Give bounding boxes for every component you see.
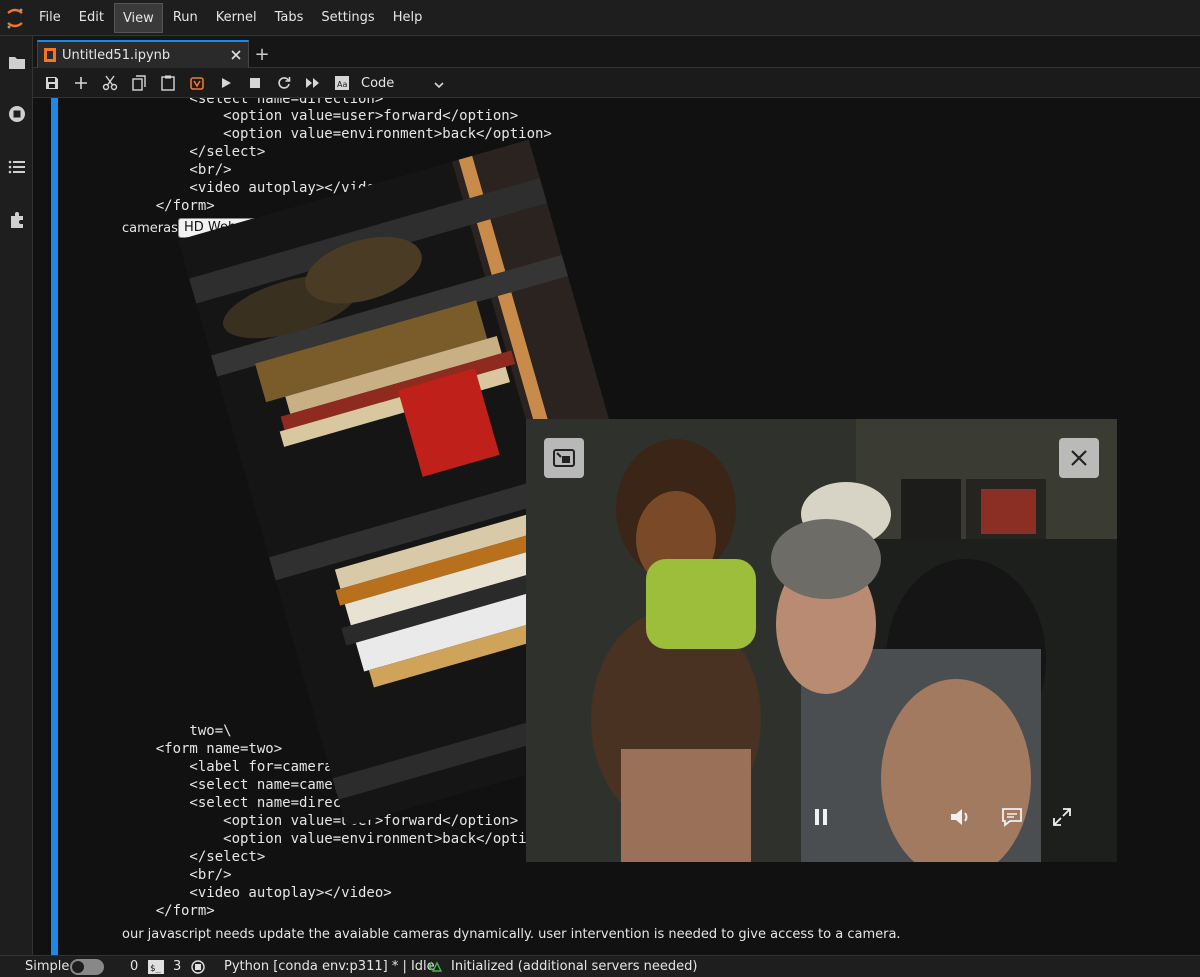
restart-icon[interactable] [273,72,295,94]
tab-title: Untitled51.ipynb [62,47,171,63]
code-line: <br/> [122,867,232,883]
run-icon[interactable] [215,72,237,94]
kernel-status[interactable]: Python [conda env:p311] * | Idle [224,959,435,974]
copy-icon[interactable] [128,72,150,94]
kernel-icon[interactable] [191,960,205,977]
lsp-icon[interactable] [428,960,444,977]
menu-run[interactable]: Run [165,3,206,33]
code-line: two=\ [122,723,232,739]
notebook-toolbar: Aa Code [33,68,1200,98]
save-icon[interactable] [41,72,63,94]
back-to-tab-icon[interactable] [544,438,584,478]
extension-icon[interactable] [0,204,33,236]
code-line: <form name=two> [122,741,283,757]
code-line: <video autoplay></video> [122,885,392,901]
menu-tabs[interactable]: Tabs [267,3,312,33]
status-bar: Simple 0 $_ 3 Python [conda env:p311] * … [0,955,1200,977]
cut-icon[interactable] [99,72,121,94]
toc-icon[interactable] [0,151,33,183]
jupyter-logo-icon [7,8,23,28]
tab-notebook[interactable]: Untitled51.ipynb [37,40,249,68]
code-line: </select> [122,144,266,160]
code-line: <option value=user>forward</option> [122,108,519,124]
folder-icon[interactable] [0,46,33,78]
code-line: </select> [122,849,266,865]
tab-bar: Untitled51.ipynb + [33,36,1200,68]
code-line: <br/> [122,162,232,178]
lsp-status[interactable]: Initialized (additional servers needed) [451,959,697,974]
captions-icon[interactable] [998,803,1026,831]
svg-text:Aa: Aa [337,80,347,89]
svg-text:$_: $_ [150,964,161,974]
close-tab-icon[interactable] [230,49,242,61]
active-cell-indicator [51,98,58,955]
format-icon[interactable]: Aa [331,72,353,94]
running-icon[interactable] [0,98,33,130]
bomb-icon[interactable] [186,72,208,94]
fast-forward-icon[interactable] [302,72,324,94]
menu-help[interactable]: Help [385,3,431,33]
menu-view[interactable]: View [113,2,163,33]
left-sidebar [0,36,33,955]
code-line: </form> [122,903,215,919]
markdown-cell: our javascript needs update the avaiable… [122,927,901,942]
menu-file[interactable]: File [31,3,69,33]
menu-bar: File Edit View Run Kernel Tabs Settings … [0,0,1200,36]
new-tab-button[interactable]: + [251,43,273,65]
stop-icon[interactable] [244,72,266,94]
terminals-count: 0 [130,959,139,974]
toggle-knob [72,961,84,973]
fullscreen-icon[interactable] [1048,803,1076,831]
terminal-icon[interactable]: $_ [148,960,164,977]
volume-icon[interactable] [947,803,975,831]
chevron-down-icon[interactable] [433,76,445,95]
close-icon[interactable] [1059,438,1099,478]
code-line: <option value=environment>back</option> [122,126,552,142]
cameras-label: cameras [122,221,178,236]
kernels-count: 3 [173,959,182,974]
picture-in-picture-window[interactable] [526,419,1117,862]
code-line: <option value=environment>back</option> [122,831,552,847]
notebook-icon [44,48,56,62]
code-line: </form> [122,198,215,214]
menu-kernel[interactable]: Kernel [208,3,265,33]
jupyter-logo[interactable] [0,0,30,36]
paste-icon[interactable] [157,72,179,94]
simple-mode-toggle[interactable] [70,959,104,975]
code-line: <option value=user>forward</option> [122,813,519,829]
add-cell-icon[interactable] [70,72,92,94]
pip-video-frame [526,419,1117,862]
menu-settings[interactable]: Settings [313,3,382,33]
pause-icon[interactable] [807,803,835,831]
menu-edit[interactable]: Edit [71,3,112,33]
simple-mode-label: Simple [25,959,70,974]
